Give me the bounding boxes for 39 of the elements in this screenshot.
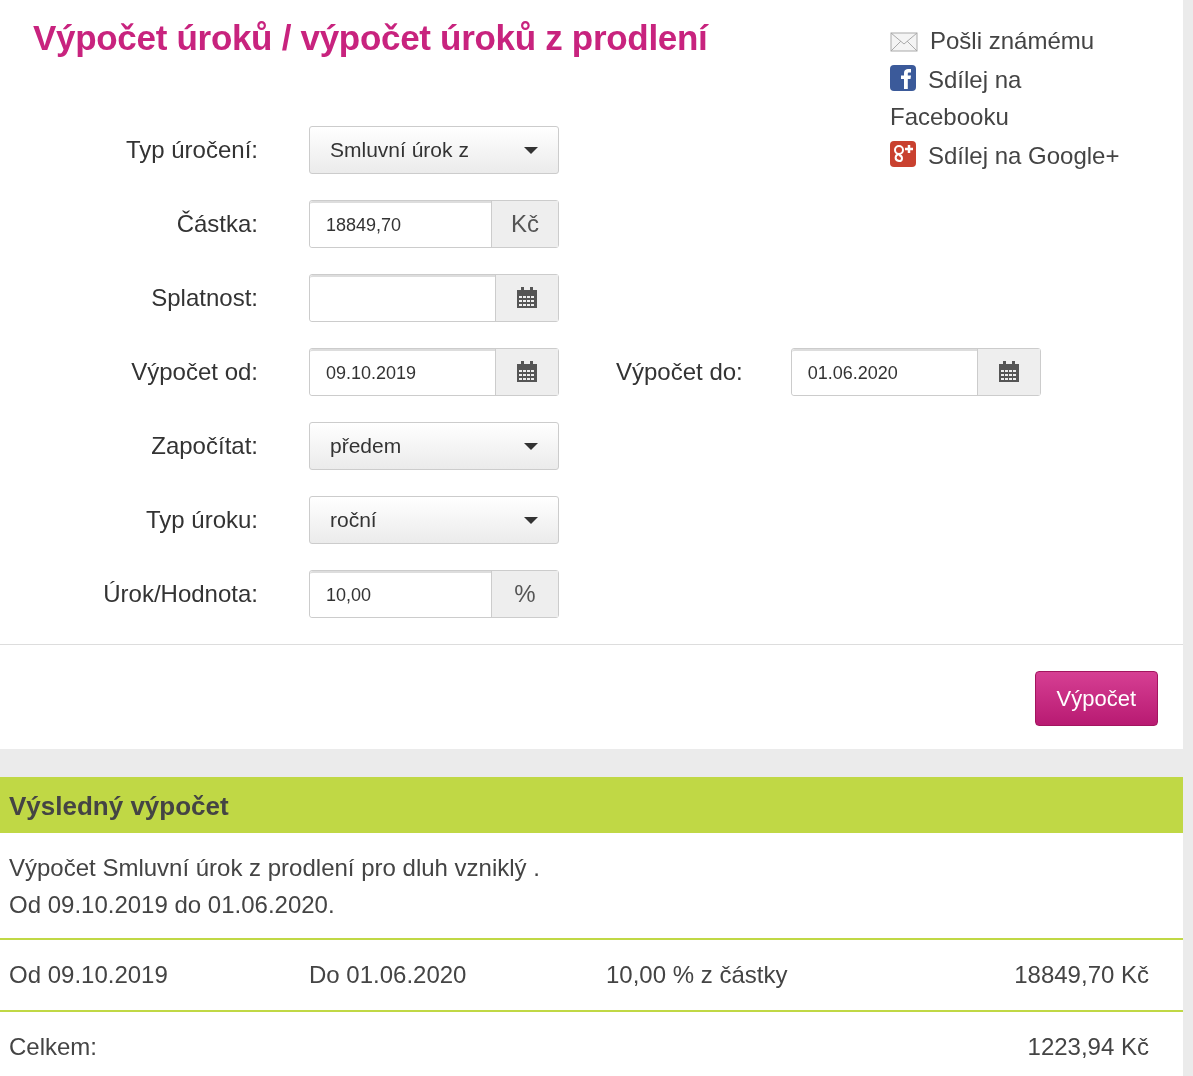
result-text: Od 09.10.2019 do 01.06.2020. xyxy=(9,890,335,920)
calendar-icon xyxy=(516,361,538,383)
page-title: Výpočet úroků / výpočet úroků z prodlení xyxy=(33,18,708,58)
caret-icon xyxy=(524,146,538,154)
table-cell-text: Do 01.06.2020 xyxy=(309,961,468,989)
caret-icon xyxy=(524,516,538,524)
field-label: Výpočet do: xyxy=(616,358,743,386)
date-field[interactable]: 09.10.2019 xyxy=(309,348,559,396)
total-label: Celkem: xyxy=(9,1033,98,1061)
calculate-button[interactable]: Výpočet xyxy=(1034,671,1158,726)
caret-icon xyxy=(524,442,538,450)
input-field[interactable]: 10,00 % xyxy=(309,570,559,618)
section-heading: Výsledný výpočet xyxy=(0,777,1183,833)
google-plus-icon xyxy=(890,141,916,167)
field-label: Typ úročení: xyxy=(124,136,258,164)
result-text: Výpočet Smluvní úrok z prodlení pro dluh vzniklý . xyxy=(9,853,540,883)
input-field[interactable]: 18849,70 Kč xyxy=(309,200,559,248)
field-label: Započítat: xyxy=(150,432,258,460)
field-label: Úrok/Hodnota: xyxy=(102,580,258,608)
dropdown[interactable]: roční xyxy=(309,496,559,544)
total-value: 1223,94 Kč xyxy=(1027,1033,1149,1061)
table-cell-text: Od 09.10.2019 xyxy=(9,961,169,989)
field-label: Výpočet od: xyxy=(130,358,258,386)
share-link[interactable]: Sdílej na Google+ xyxy=(890,137,1125,174)
share-link[interactable]: Sdílej na Facebooku xyxy=(890,61,1125,135)
dropdown[interactable]: Smluvní úrok z xyxy=(309,126,559,174)
calendar-icon xyxy=(516,287,538,309)
table-cell-text: 10,00 % z částky xyxy=(606,961,789,989)
field-label: Splatnost: xyxy=(150,284,258,312)
envelope-icon xyxy=(890,32,918,52)
table-cell: 18849,70 Kč xyxy=(1014,961,1149,989)
facebook-icon xyxy=(890,65,916,91)
calendar-icon xyxy=(997,361,1020,383)
share-link[interactable]: Pošli známému xyxy=(890,22,1125,59)
date-field[interactable] xyxy=(309,274,559,322)
field-label: Částka: xyxy=(175,210,258,238)
date-field[interactable]: 01.06.2020 xyxy=(790,348,1041,396)
field-label: Typ úroku: xyxy=(144,506,258,534)
dropdown[interactable]: předem xyxy=(309,422,559,470)
